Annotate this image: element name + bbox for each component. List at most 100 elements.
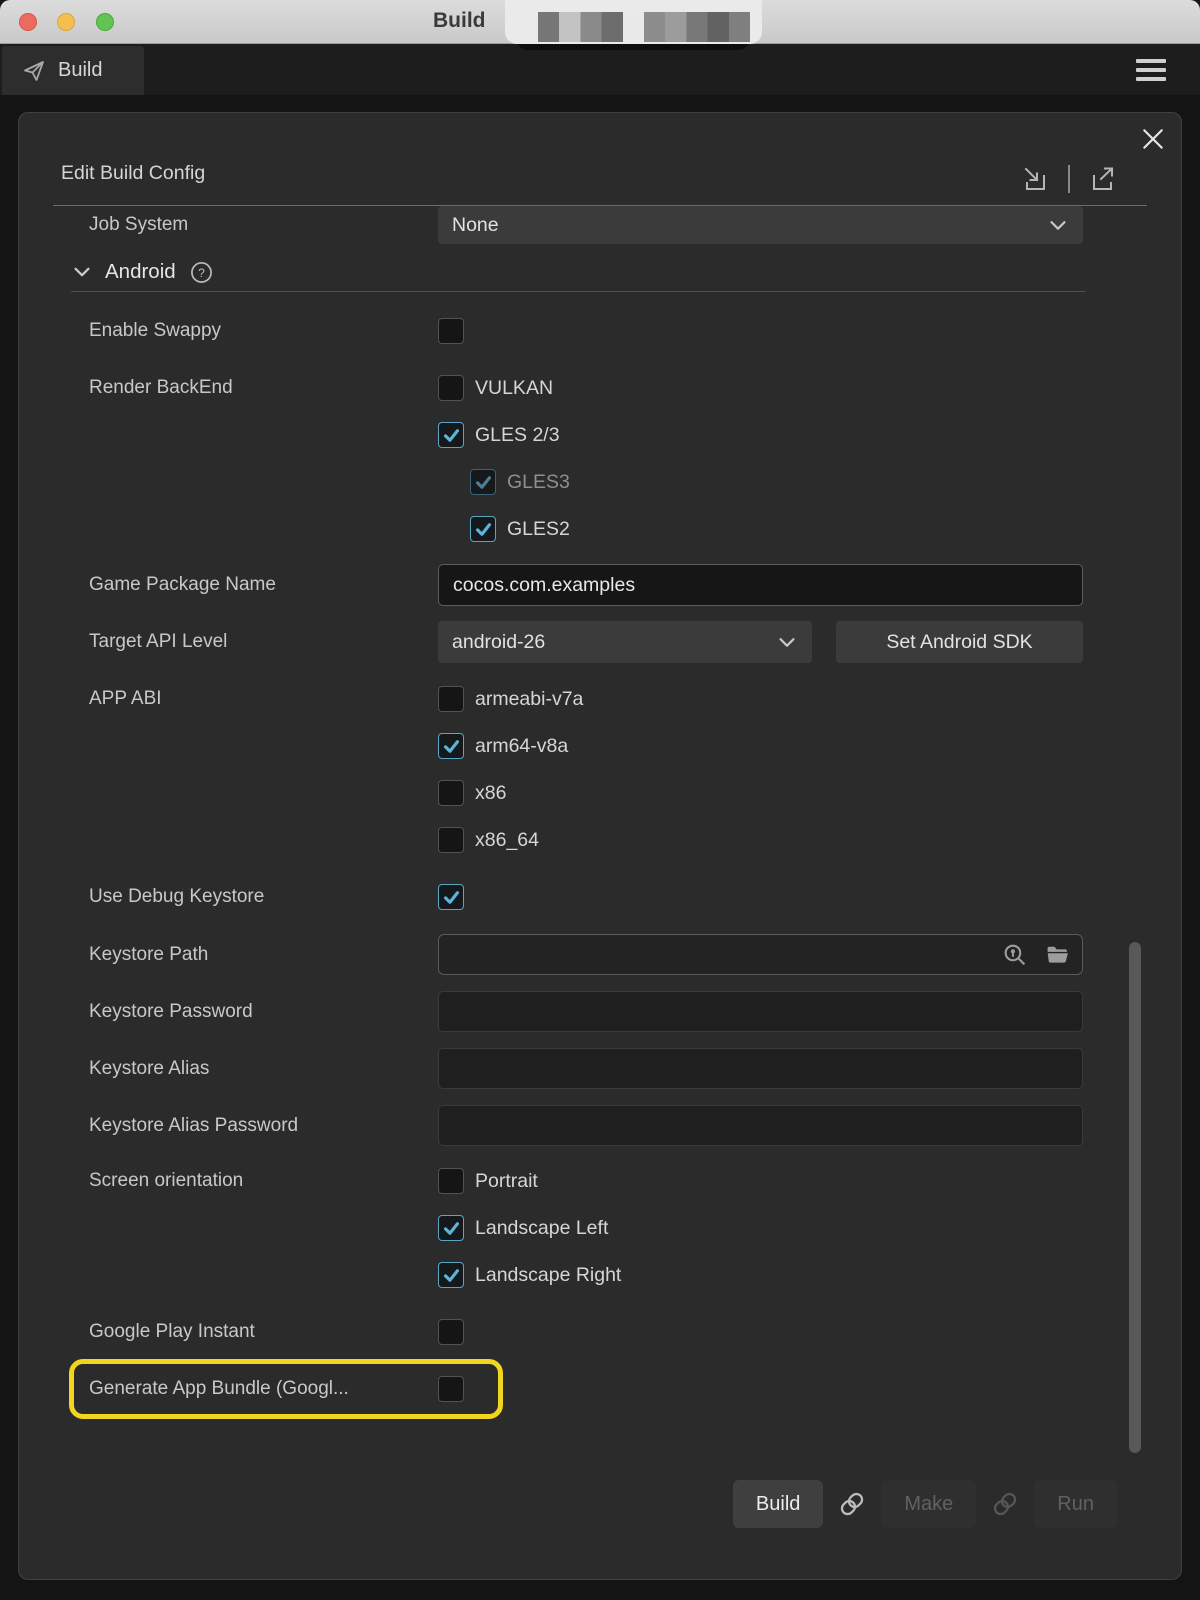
app-abi-label: APP ABI: [89, 686, 438, 712]
dialog-footer: Build Make Run: [89, 1480, 1181, 1528]
keystore-alias-password-label: Keystore Alias Password: [89, 1105, 438, 1146]
row-keystore-path: Keystore Path: [89, 934, 1181, 975]
gles2-checkbox[interactable]: [470, 516, 496, 542]
link-icon: [837, 1489, 867, 1519]
keystore-password-label: Keystore Password: [89, 991, 438, 1032]
keystore-alias-label: Keystore Alias: [89, 1048, 438, 1089]
enable-swappy-checkbox[interactable]: [438, 318, 464, 344]
zoom-window-button[interactable]: [96, 13, 114, 31]
target-api-level-value: android-26: [452, 631, 545, 654]
armeabi-v7a-label: armeabi-v7a: [475, 688, 583, 711]
portrait-label: Portrait: [475, 1170, 538, 1193]
use-debug-keystore-label: Use Debug Keystore: [89, 884, 438, 910]
row-screen-orientation: Screen orientation Portrait Landscape Lef…: [89, 1168, 1181, 1288]
dialog-scrollbar[interactable]: [1129, 942, 1141, 1453]
pixelated-mosaic: [538, 12, 750, 42]
x86-label: x86: [475, 782, 506, 805]
x86-checkbox[interactable]: [438, 780, 464, 806]
checkbox-option-x86: x86: [438, 780, 1083, 806]
row-generate-app-bundle: Generate App Bundle (Googl...: [89, 1376, 1181, 1402]
section-android-label: Android: [105, 260, 176, 284]
search-locate-icon[interactable]: [1002, 942, 1027, 967]
set-android-sdk-button[interactable]: Set Android SDK: [836, 621, 1083, 663]
vulkan-label: VULKAN: [475, 377, 553, 400]
checkbox-option-landscape-left: Landscape Left: [438, 1215, 1083, 1241]
row-keystore-password: Keystore Password: [89, 991, 1181, 1032]
make-button[interactable]: Make: [881, 1480, 976, 1528]
keystore-path-input[interactable]: [443, 935, 984, 974]
svg-text:?: ?: [198, 265, 205, 279]
import-icon[interactable]: [1021, 165, 1048, 193]
chevron-down-icon[interactable]: [71, 261, 93, 283]
vulkan-checkbox[interactable]: [438, 375, 464, 401]
editor-tab-bar: Build: [0, 44, 1200, 95]
job-system-label: Job System: [89, 206, 438, 244]
icon-divider: [1068, 165, 1070, 193]
checkbox-option-gles3: GLES3: [470, 469, 1083, 495]
row-keystore-alias: Keystore Alias: [89, 1048, 1181, 1089]
checkbox-option-gles2: GLES2: [470, 516, 1083, 542]
screen-orientation-label: Screen orientation: [89, 1168, 438, 1194]
render-backend-label: Render BackEnd: [89, 375, 438, 401]
row-render-backend: Render BackEnd VULKAN GLES 2/3 GLES3 GLES2: [89, 375, 1181, 542]
keystore-path-field: [438, 934, 1083, 975]
chevron-down-icon: [776, 631, 798, 653]
build-button[interactable]: Build: [733, 1480, 823, 1528]
gles-2-3-label: GLES 2/3: [475, 424, 560, 447]
google-play-instant-label: Google Play Instant: [89, 1319, 438, 1345]
screen-orientation-options: PortraitLandscape LeftLandscape Right: [438, 1168, 1083, 1288]
row-app-abi: APP ABI armeabi-v7a arm64-v8a x86 x86_64: [89, 686, 1181, 853]
gles2-label: GLES2: [507, 518, 570, 541]
generate-app-bundle-checkbox[interactable]: [438, 1376, 464, 1402]
keystore-alias-password-input[interactable]: [438, 1105, 1083, 1146]
edit-build-config-dialog: Edit Build Config Job System None: [18, 112, 1182, 1580]
use-debug-keystore-checkbox[interactable]: [438, 884, 464, 910]
checkbox-option-portrait: Portrait: [438, 1168, 1083, 1194]
x86-64-checkbox[interactable]: [438, 827, 464, 853]
checkbox-option-arm64-v8a: arm64-v8a: [438, 733, 1083, 759]
row-game-package-name: Game Package Name: [89, 564, 1181, 606]
job-system-value: None: [452, 214, 499, 237]
chevron-down-icon: [1047, 214, 1069, 236]
folder-icon[interactable]: [1045, 942, 1070, 967]
google-play-instant-checkbox[interactable]: [438, 1319, 464, 1345]
armeabi-v7a-checkbox[interactable]: [438, 686, 464, 712]
close-icon[interactable]: [1140, 126, 1166, 152]
landscape-right-checkbox[interactable]: [438, 1262, 464, 1288]
game-package-name-label: Game Package Name: [89, 564, 438, 606]
window-title: Build: [433, 0, 486, 44]
row-keystore-alias-password: Keystore Alias Password: [89, 1105, 1181, 1146]
link-icon: [990, 1489, 1020, 1519]
landscape-left-checkbox[interactable]: [438, 1215, 464, 1241]
keystore-alias-input[interactable]: [438, 1048, 1083, 1089]
x86-64-label: x86_64: [475, 829, 539, 852]
game-package-name-input[interactable]: [438, 564, 1083, 606]
landscape-left-label: Landscape Left: [475, 1217, 608, 1240]
checkbox-option-vulkan: VULKAN: [438, 375, 1083, 401]
hamburger-menu-icon[interactable]: [1136, 59, 1166, 81]
gles3-checkbox[interactable]: [470, 469, 496, 495]
question-circle-icon[interactable]: ?: [190, 261, 213, 284]
checkbox-option-x86-64: x86_64: [438, 827, 1083, 853]
row-google-play-instant: Google Play Instant: [89, 1319, 1181, 1345]
minimize-window-button[interactable]: [57, 13, 75, 31]
render-backend-options: VULKAN GLES 2/3 GLES3 GLES2: [438, 375, 1083, 542]
run-button[interactable]: Run: [1034, 1480, 1117, 1528]
paper-plane-icon: [22, 59, 46, 83]
export-icon[interactable]: [1090, 165, 1117, 193]
close-window-button[interactable]: [19, 13, 37, 31]
app-abi-options: armeabi-v7a arm64-v8a x86 x86_64: [438, 686, 1083, 853]
enable-swappy-label: Enable Swappy: [89, 318, 438, 344]
target-api-level-label: Target API Level: [89, 621, 438, 663]
arm64-v8a-checkbox[interactable]: [438, 733, 464, 759]
portrait-checkbox[interactable]: [438, 1168, 464, 1194]
job-system-select[interactable]: None: [438, 206, 1083, 244]
tab-build[interactable]: Build: [2, 46, 144, 95]
header-icon-group: [1021, 165, 1117, 193]
section-android[interactable]: Android ?: [71, 253, 1086, 292]
gles-2-3-checkbox[interactable]: [438, 422, 464, 448]
keystore-password-input[interactable]: [438, 991, 1083, 1032]
arm64-v8a-label: arm64-v8a: [475, 735, 568, 758]
dialog-title: Edit Build Config: [61, 162, 205, 185]
target-api-level-select[interactable]: android-26: [438, 621, 812, 663]
